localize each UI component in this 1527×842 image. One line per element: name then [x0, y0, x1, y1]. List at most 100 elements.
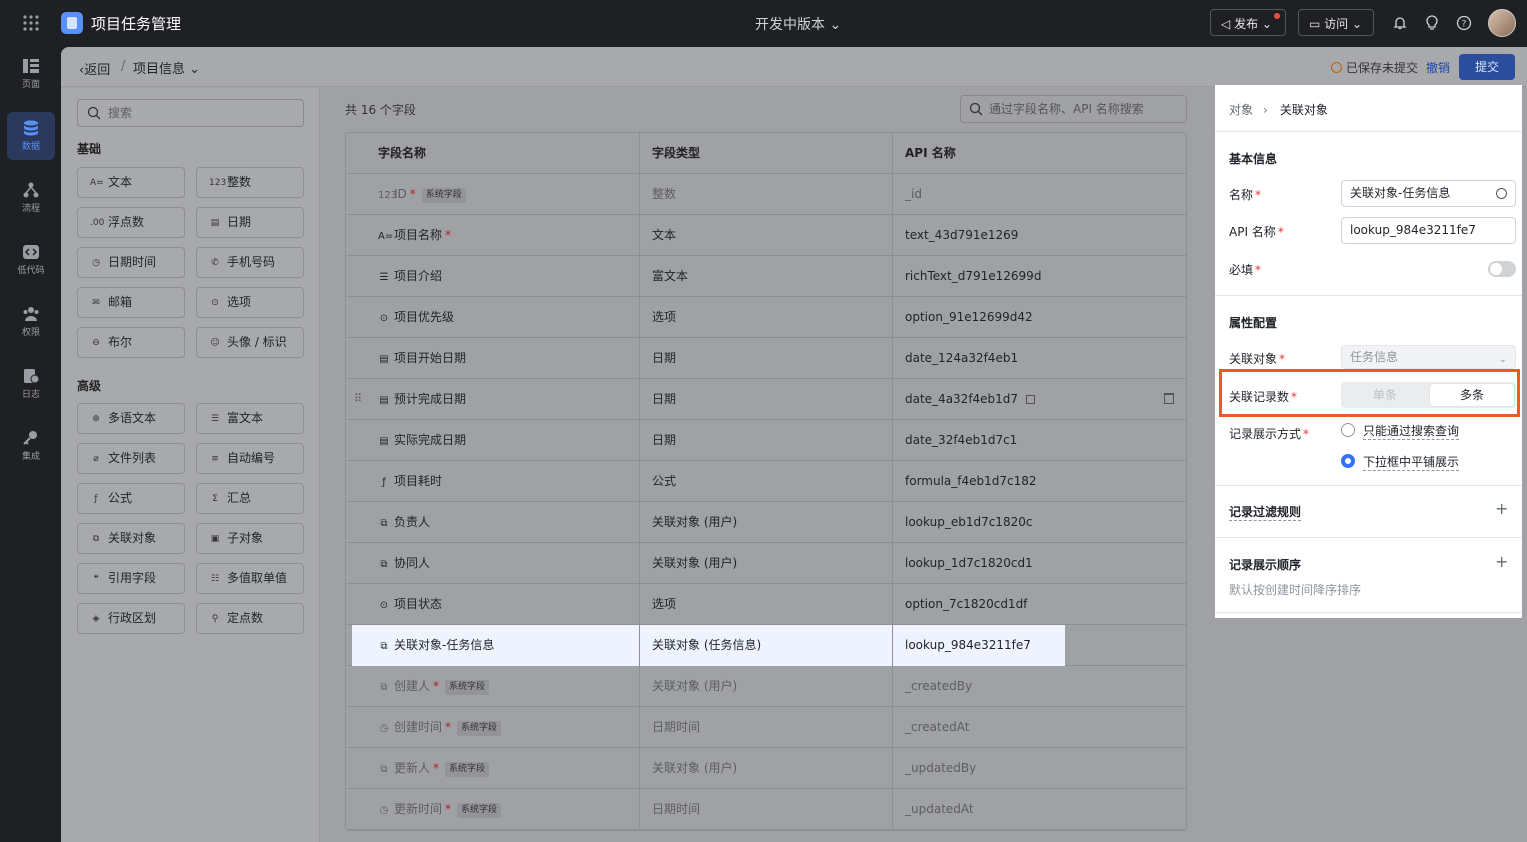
radio-dropdown[interactable] — [1341, 454, 1355, 468]
cell-api-name: option_7c1820cd1df — [893, 584, 1186, 625]
palette-field-button[interactable]: 123 整数 — [196, 167, 304, 198]
palette-field-button[interactable]: ▣ 子对象 — [196, 523, 304, 554]
table-row[interactable]: ◷ 创建时间 * 系统字段 日期时间 _createdAt — [346, 707, 1186, 748]
field-type-icon: ✆ — [211, 258, 219, 268]
table-row[interactable]: ⠿ ▤ 预计完成日期 日期 date_4a32f4eb1d7 — [346, 379, 1186, 420]
table-row[interactable]: ▤ 实际完成日期 日期 date_32f4eb1d7c1 — [346, 420, 1186, 461]
palette-field-button[interactable]: ◷ 日期时间 — [77, 247, 185, 278]
palette-field-button[interactable]: ⊕ 多语文本 — [77, 403, 185, 434]
cell-field-name: ⊙ 项目状态 — [346, 584, 640, 625]
radio-dropdown-label[interactable]: 下拉框中平铺展示 — [1363, 453, 1460, 471]
chevron-down-icon: ⌄ — [1261, 17, 1272, 31]
table-row[interactable]: ⧉ 关联对象-任务信息 关联对象 (任务信息) lookup_984e3211fe7 — [346, 625, 1186, 666]
rail-item-1[interactable]: 数据 — [7, 112, 55, 160]
rail-item-3[interactable]: 低代码 — [7, 236, 55, 284]
field-type-icon: ☰ — [210, 414, 220, 424]
publish-button[interactable]: ◁ 发布 ⌄ — [1210, 9, 1286, 36]
field-type-icon: ◷ — [92, 258, 100, 268]
cell-api-name: _id — [893, 174, 1186, 215]
palette-field-button[interactable]: ❝ 引用字段 — [77, 563, 185, 594]
submit-button[interactable]: 提交 — [1459, 54, 1515, 80]
table-row[interactable]: ⧉ 负责人 关联对象 (用户) lookup_eb1d7c1820c — [346, 502, 1186, 543]
palette-field-button[interactable]: ▤ 日期 — [196, 207, 304, 238]
table-row[interactable]: ⧉ 协同人 关联对象 (用户) lookup_1d7c1820cd1 — [346, 543, 1186, 584]
help-icon[interactable]: ? — [1456, 15, 1472, 31]
palette-search-input[interactable]: 搜索 — [77, 99, 304, 127]
add-order-plus-icon[interactable]: + — [1495, 552, 1508, 571]
crumb-parent[interactable]: 对象 — [1229, 103, 1253, 117]
divider — [1215, 612, 1522, 613]
revoke-button[interactable]: 撤销 — [1426, 59, 1450, 76]
table-row[interactable]: ◷ 更新时间 * 系统字段 日期时间 _updatedAt — [346, 789, 1186, 830]
palette-field-button[interactable]: ⧉ 关联对象 — [77, 523, 185, 554]
back-button[interactable]: ‹返回 — [79, 59, 110, 78]
rail-item-6[interactable]: 集成 — [7, 422, 55, 470]
field-type-icon: ⊖ — [92, 338, 100, 348]
rail-item-label: 集成 — [21, 452, 40, 462]
field-type-icon: ⧉ — [380, 682, 388, 693]
top-bar: 项目任务管理 开发中版本 ⌄ ◁ 发布 ⌄ ▭ 访问 ⌄ ? — [0, 0, 1527, 47]
user-avatar[interactable] — [1488, 9, 1516, 37]
radio-search-only-label[interactable]: 只能通过搜索查询 — [1363, 422, 1460, 440]
table-row[interactable]: ƒ 项目耗时 公式 formula_f4eb1d7c182 — [346, 461, 1186, 502]
palette-field-button[interactable]: ✆ 手机号码 — [196, 247, 304, 278]
palette-field-button[interactable]: A= 文本 — [77, 167, 185, 198]
rail-item-0[interactable]: 页面 — [7, 50, 55, 98]
add-filter-plus-icon[interactable]: + — [1495, 499, 1508, 518]
table-row[interactable]: ⧉ 创建人 * 系统字段 关联对象 (用户) _createdBy — [346, 666, 1186, 707]
palette-field-button[interactable]: ⊖ 布尔 — [77, 327, 185, 358]
sub-header: ‹返回 / 项目信息 ⌄ 已保存未提交 撤销 提交 — [61, 47, 1527, 87]
table-row[interactable]: ▤ 项目开始日期 日期 date_124a32f4eb1 — [346, 338, 1186, 379]
palette-field-button[interactable]: .00 浮点数 — [77, 207, 185, 238]
table-row[interactable]: ☰ 项目介绍 富文本 richText_d791e12699d — [346, 256, 1186, 297]
palette-field-button[interactable]: ◈ 行政区划 — [77, 603, 185, 634]
palette-field-button[interactable]: Σ 汇总 — [196, 483, 304, 514]
api-name: date_124a32f4eb1 — [905, 351, 1019, 365]
table-row[interactable]: ⧉ 更新人 * 系统字段 关联对象 (用户) _updatedBy — [346, 748, 1186, 789]
rail-item-2[interactable]: 流程 — [7, 174, 55, 222]
divider — [1215, 131, 1522, 132]
name-input[interactable]: 关联对象-任务信息 — [1341, 180, 1516, 207]
globe-icon[interactable] — [1496, 188, 1507, 199]
palette-field-button[interactable]: ≡ 自动编号 — [196, 443, 304, 474]
required-star: * — [409, 187, 416, 201]
table-row[interactable]: 123ID * 系统字段 整数 _id — [346, 174, 1186, 215]
api-name-input[interactable]: lookup_984e3211fe7 — [1341, 217, 1516, 244]
palette-field-button[interactable]: ⚲ 定点数 — [196, 603, 304, 634]
visit-button[interactable]: ▭ 访问 ⌄ — [1298, 9, 1374, 36]
palette-field-button[interactable]: ƒ 公式 — [77, 483, 185, 514]
cell-field-name: ƒ 项目耗时 — [346, 461, 640, 502]
cell-api-name: text_43d791e1269 — [893, 215, 1186, 256]
lightbulb-icon[interactable] — [1424, 15, 1440, 31]
cell-field-type: 日期 — [640, 420, 893, 461]
search-placeholder: 通过字段名称、API 名称搜索 — [989, 102, 1144, 116]
table-row[interactable]: ⊙ 项目优先级 选项 option_91e12699d42 — [346, 297, 1186, 338]
cell-api-name: option_91e12699d42 — [893, 297, 1186, 338]
palette-field-button[interactable]: ⌀ 文件列表 — [77, 443, 185, 474]
object-selector[interactable]: 项目信息 ⌄ — [133, 58, 200, 77]
palette-field-button[interactable]: ☺ 头像 / 标识 — [196, 327, 304, 358]
trash-icon[interactable] — [1164, 393, 1174, 404]
version-selector[interactable]: 开发中版本 ⌄ — [755, 14, 841, 34]
api-name: option_7c1820cd1df — [905, 597, 1028, 611]
rail-item-4[interactable]: 权限 — [7, 298, 55, 346]
search-icon — [969, 102, 983, 116]
app-grid-icon[interactable] — [22, 14, 40, 32]
required-toggle[interactable] — [1488, 261, 1516, 277]
rail-item-5[interactable]: 日志 — [7, 360, 55, 408]
field-search-input[interactable]: 通过字段名称、API 名称搜索 — [960, 95, 1187, 123]
table-row[interactable]: A=项目名称 * 文本 text_43d791e1269 — [346, 215, 1186, 256]
copy-icon[interactable] — [1026, 395, 1036, 404]
bell-icon[interactable] — [1392, 15, 1408, 31]
radio-search-only[interactable] — [1341, 423, 1355, 437]
palette-field-button[interactable]: ✉ 邮箱 — [77, 287, 185, 318]
palette-field-button[interactable]: ⊙ 选项 — [196, 287, 304, 318]
required-star: * — [433, 679, 440, 693]
cell-field-type: 关联对象 (用户) — [640, 502, 893, 543]
palette-field-button[interactable]: ☰ 富文本 — [196, 403, 304, 434]
layout-icon — [23, 59, 39, 73]
palette-field-button[interactable]: ☷ 多值取单值 — [196, 563, 304, 594]
rail-item-label: 数据 — [21, 142, 40, 152]
api-name: formula_f4eb1d7c182 — [905, 474, 1037, 488]
table-row[interactable]: ⊙ 项目状态 选项 option_7c1820cd1df — [346, 584, 1186, 625]
